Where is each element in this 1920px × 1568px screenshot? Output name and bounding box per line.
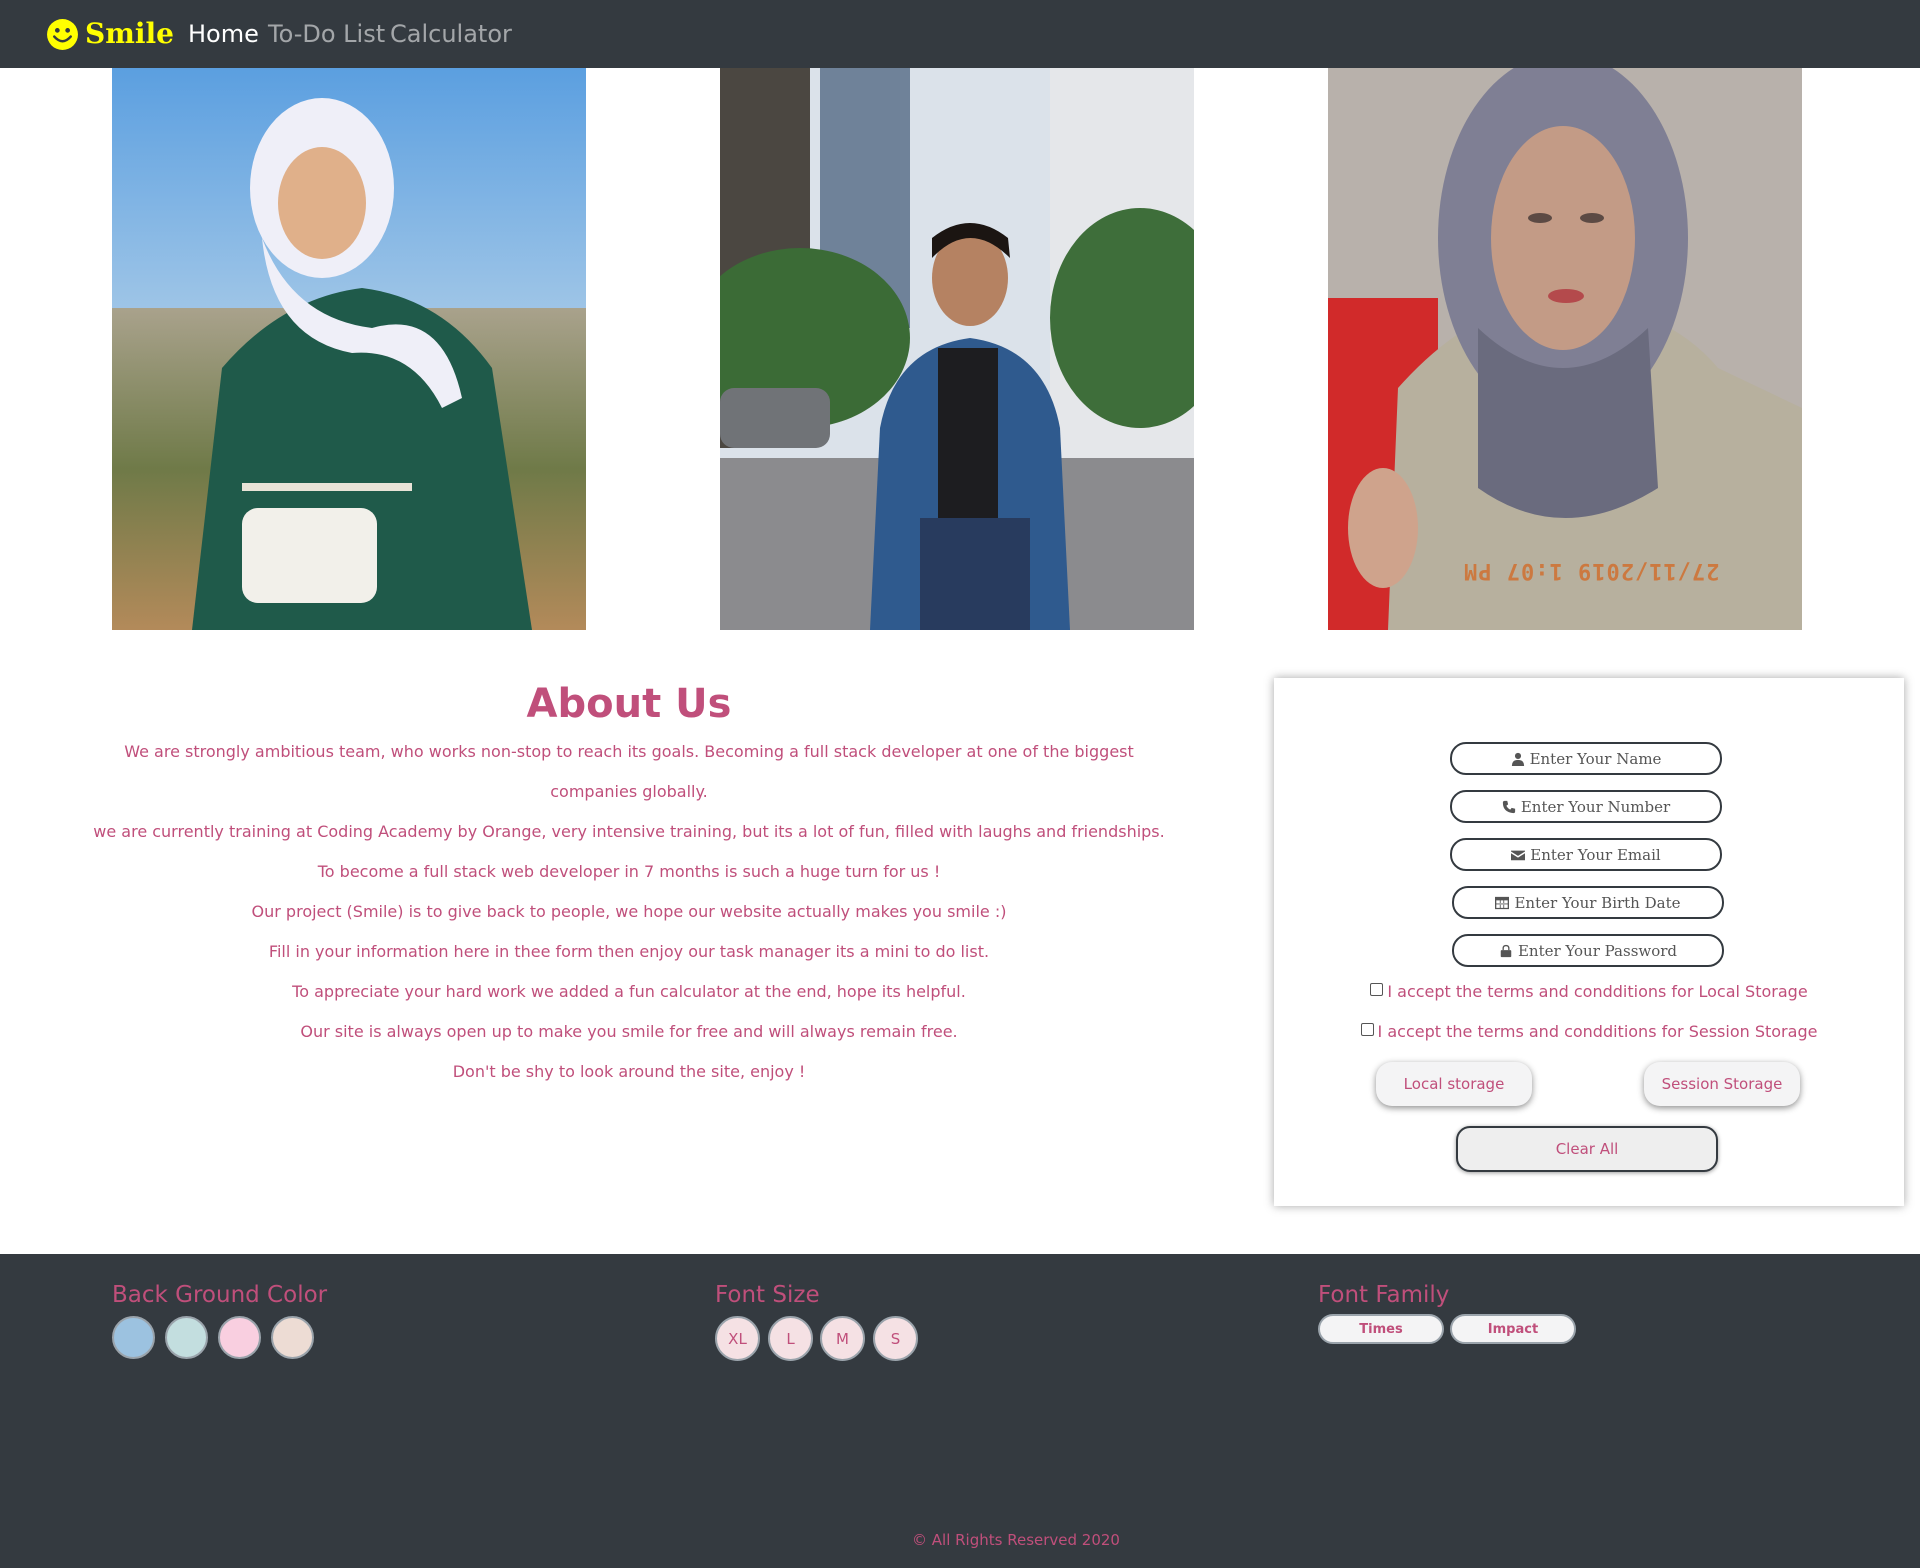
nav-link-calculator[interactable]: Calculator (390, 18, 512, 50)
birth-date-placeholder: Enter Your Birth Date (1514, 893, 1681, 912)
about-paragraph-7: Our site is always open up to make you s… (300, 1022, 958, 1041)
session-storage-terms-label: I accept the terms and condditions for S… (1377, 1022, 1818, 1041)
lock-icon (1500, 944, 1512, 957)
smiley-icon (47, 18, 78, 50)
font-size-l-button[interactable]: L (768, 1316, 813, 1361)
phone-icon (1502, 800, 1515, 813)
about-paragraph-3: To become a full stack web developer in … (317, 862, 941, 881)
nav-link-home[interactable]: Home (188, 18, 259, 50)
clear-all-button[interactable]: Clear All (1456, 1126, 1718, 1172)
bg-swatch-teal[interactable] (165, 1316, 208, 1359)
about-paragraph-8: Don't be shy to look around the site, en… (452, 1062, 806, 1081)
local-storage-checkbox[interactable] (1370, 983, 1384, 996)
password-placeholder: Enter Your Password (1517, 941, 1678, 960)
session-storage-button[interactable]: Session Storage (1644, 1062, 1800, 1106)
local-storage-button[interactable]: Local storage (1376, 1062, 1532, 1106)
about-title: About Us (526, 681, 732, 727)
footer: Back Ground Color Font Size XL L M S Fon… (0, 1254, 1920, 1568)
about-paragraph-1: We are strongly ambitious team, who work… (124, 742, 1134, 801)
team-photo-3: 27/11/2019 1:07 PM (1328, 68, 1802, 630)
brand-name: Smile (85, 17, 174, 50)
bg-swatch-pink[interactable] (218, 1316, 261, 1359)
user-icon (1511, 752, 1524, 766)
session-storage-terms: I accept the terms and condditions for S… (1274, 1020, 1904, 1044)
about-paragraph-5: Fill in your information here in thee fo… (268, 942, 990, 961)
number-input[interactable]: Enter Your Number (1450, 790, 1722, 823)
navbar: Smile Home To-Do List Calculator (0, 0, 1920, 68)
brand[interactable]: Smile (46, 14, 174, 54)
team-photo-2 (720, 68, 1194, 630)
background-color-title: Back Ground Color (112, 1282, 328, 1308)
about-section: About Us We are strongly ambitious team,… (90, 676, 1168, 1092)
name-input[interactable]: Enter Your Name (1450, 742, 1722, 775)
about-paragraph-4: Our project (Smile) is to give back to p… (251, 902, 1007, 921)
registration-form: Enter Your Name Enter Your Number Enter … (1274, 678, 1904, 1206)
email-placeholder: Enter Your Email (1530, 845, 1661, 864)
local-storage-terms-label: I accept the terms and condditions for L… (1387, 982, 1808, 1001)
photo-timestamp: 27/11/2019 1:07 PM (1463, 558, 1720, 583)
font-size-s-button[interactable]: S (873, 1316, 918, 1361)
font-size-xl-button[interactable]: XL (715, 1316, 760, 1361)
font-family-title: Font Family (1318, 1282, 1450, 1308)
password-input[interactable]: Enter Your Password (1452, 934, 1724, 967)
email-input[interactable]: Enter Your Email (1450, 838, 1722, 871)
font-family-impact-button[interactable]: Impact (1450, 1314, 1576, 1344)
envelope-icon (1511, 850, 1526, 860)
name-placeholder: Enter Your Name (1529, 749, 1662, 768)
number-placeholder: Enter Your Number (1520, 797, 1671, 816)
font-family-times-button[interactable]: Times (1318, 1314, 1444, 1344)
team-photo-1 (112, 68, 586, 630)
font-size-title: Font Size (715, 1282, 820, 1308)
bg-swatch-beige[interactable] (271, 1316, 314, 1359)
font-size-m-button[interactable]: M (820, 1316, 865, 1361)
about-paragraph-6: To appreciate your hard work we added a … (292, 982, 966, 1001)
local-storage-terms: I accept the terms and condditions for L… (1274, 980, 1904, 1004)
calendar-grid-icon (1495, 896, 1510, 909)
about-paragraph-2: we are currently training at Coding Acad… (93, 822, 1165, 841)
nav-link-todo-list[interactable]: To-Do List (268, 18, 385, 50)
copyright: © All Rights Reserved 2020 (912, 1531, 1120, 1549)
session-storage-checkbox[interactable] (1360, 1023, 1374, 1036)
birth-date-input[interactable]: Enter Your Birth Date (1452, 886, 1724, 919)
bg-swatch-blue[interactable] (112, 1316, 155, 1359)
